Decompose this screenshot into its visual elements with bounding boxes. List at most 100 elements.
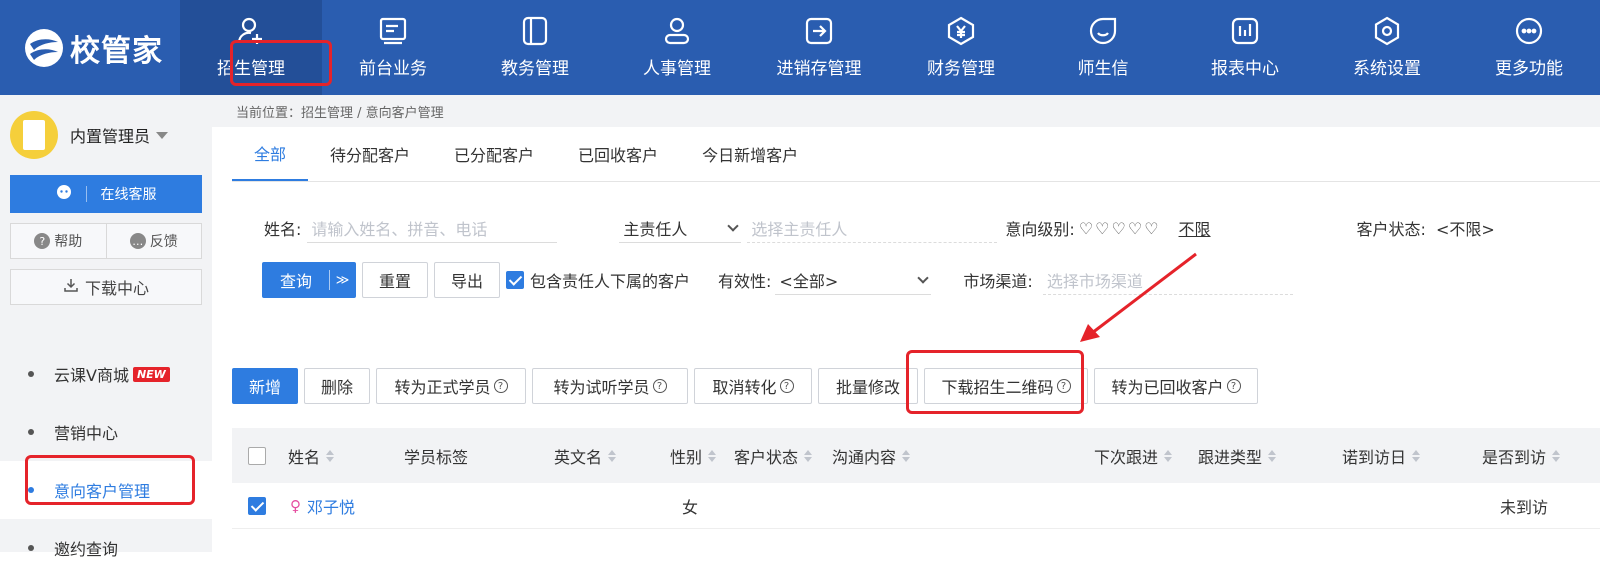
owner-input[interactable]: 选择主责任人 [747,213,998,243]
nav-item-messages[interactable]: 师生信 [1032,0,1174,95]
sidebar-item-invitations[interactable]: 邀约查询 [0,519,212,577]
query-button[interactable]: 查询 ≫ [262,262,356,298]
feedback-button[interactable]: … 反馈 [105,224,202,258]
nav-label: 教务管理 [501,59,569,79]
export-button[interactable]: 导出 [434,262,500,298]
online-service-button[interactable]: 在线客服 [10,175,202,213]
validity-select[interactable]: <全部> [775,265,932,295]
inout-icon [804,16,834,46]
user-name: 内置管理员 [70,127,151,146]
cancel-conversion-button[interactable]: 取消转化? [694,368,812,404]
sort-icon [902,449,911,462]
nav-item-settings[interactable]: 系统设置 [1316,0,1458,95]
select-all-checkbox[interactable] [248,446,266,465]
column-status[interactable]: 客户状态 [734,428,813,483]
status-select-value: <不限> [1435,220,1495,239]
add-button[interactable]: 新增 [232,368,298,404]
customer-name-link[interactable]: 邓子悦 [307,494,355,518]
cancel-conversion-label: 取消转化 [712,378,777,397]
nav-item-front-desk[interactable]: 前台业务 [322,0,464,95]
download-center-label: 下载中心 [84,279,149,298]
more-icon [1514,16,1544,46]
comment-icon: … [129,233,146,249]
table-row[interactable]: ♀ 邓子悦 女 未到访 [232,483,1600,529]
visited-cell: 未到访 [1500,498,1549,517]
filter-row-2: 查询 ≫ 重置 导出 包含责任人下属的客户 有效性: <全部> 市场渠道: 选择… [232,262,1293,298]
avatar [10,111,58,159]
help-icon: ? [779,379,794,393]
double-chevron-down-icon[interactable]: ≫ [330,273,355,288]
sidebar-item-vmall[interactable]: 云课V商城 NEW [0,345,212,403]
new-badge: NEW [132,366,170,382]
column-communication[interactable]: 沟通内容 [832,428,911,483]
feedback-label: 反馈 [149,234,178,250]
download-qrcode-label: 下载招生二维码 [941,378,1054,397]
convert-to-student-button[interactable]: 转为正式学员? [376,368,526,404]
row-checkbox[interactable] [248,497,266,515]
sidebar-item-label: 意向客户管理 [54,482,151,501]
name-search-input[interactable]: 请输入姓名、拼音、电话 [307,213,558,243]
column-promised-visit[interactable]: 诺到访日 [1342,428,1421,483]
intent-unlimited-link[interactable]: 不限 [1179,216,1211,240]
sidebar-item-marketing[interactable]: 营销中心 [0,403,212,461]
intent-rating[interactable]: ♡♡♡♡♡ [1079,219,1161,238]
status-select[interactable]: <不限> [1432,213,1500,243]
tab-recycled[interactable]: 已回收客户 [556,127,680,181]
move-to-recycled-button[interactable]: 转为已回收客户? [1094,368,1258,404]
sort-icon [608,449,617,462]
column-label: 是否到访 [1482,447,1547,467]
nav-item-academic[interactable]: 教务管理 [464,0,606,95]
tab-all[interactable]: 全部 [232,127,309,181]
nav-label: 更多功能 [1495,59,1563,79]
convert-to-student-label: 转为正式学员 [394,378,491,397]
nav-item-enrollment[interactable]: 招生管理 [180,0,322,95]
help-label: 帮助 [54,234,83,250]
column-name[interactable]: 姓名 [288,428,335,483]
column-visited[interactable]: 是否到访 [1482,428,1561,483]
include-subordinates-checkbox[interactable] [506,271,524,289]
help-button[interactable]: ? 帮助 [11,224,106,258]
download-center-button[interactable]: 下载中心 [10,269,202,305]
breadcrumb: 当前位置：招生管理 / 意向客户管理 [212,95,1600,127]
sidebar-item-prospects[interactable]: 意向客户管理 [0,461,212,519]
convert-to-trial-button[interactable]: 转为试听学员? [532,368,688,404]
headset-icon [56,184,72,204]
nav-label: 招生管理 [217,59,285,79]
column-label: 跟进类型 [1198,447,1263,467]
include-subordinates-label: 包含责任人下属的客户 [530,272,691,291]
column-followup-type[interactable]: 跟进类型 [1198,428,1277,483]
book-icon [520,16,550,46]
nav-item-inventory[interactable]: 进销存管理 [748,0,890,95]
help-icon: ? [1056,379,1071,393]
column-next-followup[interactable]: 下次跟进 [1094,428,1173,483]
status-label: 客户状态: [1356,220,1426,239]
female-icon: ♀ [290,497,301,515]
nav-item-reports[interactable]: 报表中心 [1174,0,1316,95]
reset-button[interactable]: 重置 [362,262,428,298]
user-add-icon [236,16,266,46]
main-nav: 招生管理 前台业务 教务管理 人事管理 进销存管理 财务管理 师生信 报表中心 … [180,0,1600,95]
tab-assigned[interactable]: 已分配客户 [432,127,556,181]
owner-select[interactable]: 主责任人 [619,213,742,243]
delete-button[interactable]: 删除 [304,368,370,404]
user-profile[interactable]: 内置管理员 [0,95,212,175]
tab-today-new[interactable]: 今日新增客户 [680,127,820,181]
channel-input[interactable]: 选择市场渠道 [1042,265,1293,295]
column-english-name[interactable]: 英文名 [554,428,617,483]
form-icon [378,16,408,46]
nav-item-finance[interactable]: 财务管理 [890,0,1032,95]
action-toolbar: 新增 删除 转为正式学员? 转为试听学员? 取消转化? 批量修改 下载招生二维码… [232,368,1258,404]
brand-logo[interactable]: 校管家 [0,0,180,95]
column-gender[interactable]: 性别 [670,428,717,483]
batch-edit-button[interactable]: 批量修改 [818,368,918,404]
settings-icon [1372,16,1402,46]
tab-unassigned[interactable]: 待分配客户 [308,127,432,181]
owner-select-value: 主责任人 [623,219,688,239]
nav-item-more[interactable]: 更多功能 [1458,0,1600,95]
convert-to-trial-label: 转为试听学员 [553,378,650,397]
nav-item-hr[interactable]: 人事管理 [606,0,748,95]
download-qrcode-button[interactable]: 下载招生二维码? [924,368,1088,404]
table-row[interactable] [232,529,1600,552]
sort-icon [1164,449,1173,462]
nav-label: 系统设置 [1353,59,1421,79]
